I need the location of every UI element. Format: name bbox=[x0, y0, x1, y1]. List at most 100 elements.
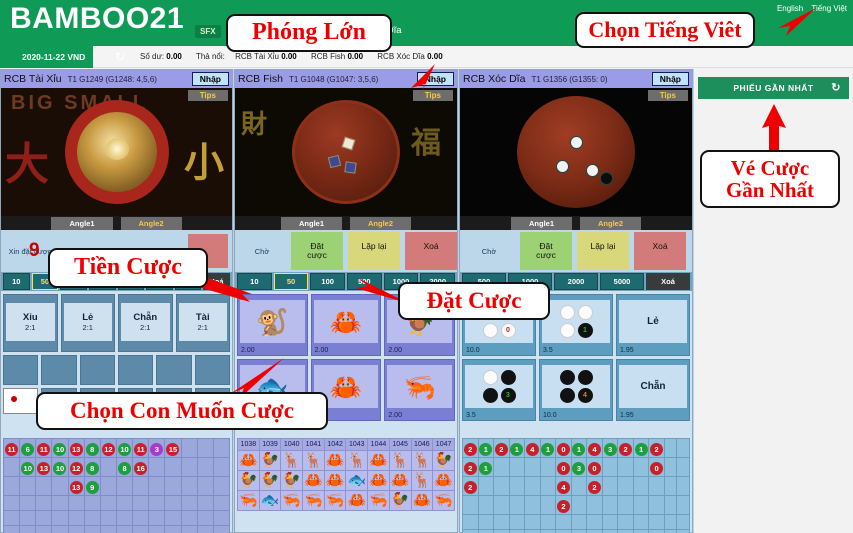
bet-cell-xiu[interactable]: Xỉu 2:1 bbox=[3, 294, 58, 352]
history-cell: 2 bbox=[462, 438, 479, 458]
history-animal-icon: 🦀 bbox=[412, 492, 432, 509]
history-ball: 11 bbox=[134, 443, 148, 456]
panel1-angle2-button[interactable]: Angle2 bbox=[120, 217, 182, 230]
history-ball: 6 bbox=[21, 443, 35, 456]
panel1-enter-button[interactable]: Nhập bbox=[191, 72, 229, 86]
panel3-tips-button[interactable]: Tips bbox=[647, 90, 688, 101]
crab-icon: 🦀 bbox=[329, 306, 363, 337]
history-animal-icon: 🦐 bbox=[325, 492, 345, 509]
history-cell bbox=[180, 438, 198, 458]
history-ball: 3 bbox=[603, 443, 617, 456]
bet-cell-le[interactable]: Lẻ 2:1 bbox=[60, 294, 115, 352]
history-cell: 2 bbox=[462, 457, 479, 477]
panel1-tips-button[interactable]: Tips bbox=[187, 90, 228, 101]
history-cell: 🦌 bbox=[410, 470, 434, 491]
bet-cell-extra-2[interactable] bbox=[41, 355, 77, 385]
bet-cell-num-1[interactable] bbox=[3, 388, 39, 414]
bet-cell-extra-5[interactable] bbox=[156, 355, 192, 385]
history-ball: 4 bbox=[556, 481, 570, 494]
history-cell bbox=[477, 529, 495, 533]
panel2-history-grid: 1038 1039 1040 1041 1042 1043 1044 1045 1046 1047… bbox=[237, 438, 455, 530]
history-cell: 10 bbox=[51, 457, 69, 477]
panel3-place-bet-button[interactable]: Đặt cược bbox=[520, 232, 572, 270]
sfx-button[interactable]: SFX bbox=[195, 25, 221, 38]
history-cell bbox=[493, 495, 510, 515]
history-cell bbox=[99, 495, 117, 511]
history-ball: 2 bbox=[463, 481, 477, 494]
bet-cell-extra-1[interactable] bbox=[3, 355, 39, 385]
history-ball: 1 bbox=[510, 443, 524, 456]
panel3-angle2-button[interactable]: Angle2 bbox=[580, 217, 642, 230]
history-cell bbox=[51, 476, 69, 496]
history-row: 🦀 🐓 🦌 🦌 🦀 🦌 🦀 🦌 🦌 🐓 bbox=[237, 450, 455, 471]
bet-cell-one-white[interactable]: 3 3.5 bbox=[462, 359, 536, 421]
history-cell bbox=[164, 457, 182, 477]
bet-chan-label-x: Chẵn bbox=[640, 381, 666, 392]
panel3-bet-row-2: 3 3.5 4 10.0 Chẵn 1.95 bbox=[462, 359, 690, 421]
recent-ticket-header[interactable]: PHIẾU GẦN NHẤT ↻ bbox=[698, 77, 849, 99]
history-cell bbox=[83, 525, 101, 533]
history-animal-icon: 🦐 bbox=[239, 492, 258, 509]
bet-cell-three-white[interactable]: 1 3.5 bbox=[539, 294, 613, 356]
history-cell: 🦌 bbox=[388, 450, 412, 471]
panel3-chip-clear[interactable]: Xoá bbox=[646, 273, 690, 290]
refresh-icon[interactable]: ↻ bbox=[115, 50, 125, 64]
history-game-id: 1046 bbox=[410, 438, 434, 451]
history-ball: 1 bbox=[479, 462, 493, 475]
panel3-chip-2000[interactable]: 2000 bbox=[554, 273, 598, 290]
history-row: 13 9 bbox=[2, 476, 231, 496]
panel3-enter-button[interactable]: Nhập bbox=[651, 72, 689, 86]
panel2-clear-button[interactable]: Xoá bbox=[405, 232, 457, 270]
panel3-video-feed[interactable]: Tips bbox=[460, 88, 692, 216]
panel2-repeat-button[interactable]: Lặp lại bbox=[348, 232, 400, 270]
panel3-title: RCB Xóc Dĩa bbox=[463, 73, 526, 85]
bet-cell-extra-3[interactable] bbox=[79, 355, 115, 385]
history-cell bbox=[663, 514, 678, 530]
panel3-repeat-button[interactable]: Lặp lại bbox=[577, 232, 629, 270]
panel3-clear-button[interactable]: Xoá bbox=[634, 232, 686, 270]
history-cell: 0 bbox=[648, 457, 665, 477]
history-ball: 1 bbox=[634, 443, 648, 456]
history-cell bbox=[648, 476, 665, 496]
panel1-chip-10[interactable]: 10 bbox=[3, 273, 30, 290]
history-cell bbox=[601, 529, 619, 533]
history-animal-icon: 🦌 bbox=[282, 452, 302, 469]
panel3-angle1-button[interactable]: Angle1 bbox=[510, 217, 572, 230]
history-cell bbox=[617, 495, 634, 515]
history-cell bbox=[586, 495, 603, 515]
panel2-angle1-button[interactable]: Angle1 bbox=[280, 217, 342, 230]
history-cell: 🦐 bbox=[323, 490, 347, 511]
history-ball: 2 bbox=[650, 443, 664, 456]
ticket-refresh-icon[interactable]: ↻ bbox=[831, 81, 841, 94]
bet-cell-extra-4[interactable] bbox=[117, 355, 154, 385]
panel2-plate bbox=[292, 100, 400, 204]
history-cell: 13 bbox=[67, 438, 85, 458]
history-cell: 🐓 bbox=[237, 470, 260, 491]
history-cell bbox=[601, 495, 619, 515]
panel1-video-feed[interactable]: BIG SMALL 大 小 Tips bbox=[1, 88, 232, 216]
panel2-place-bet-button[interactable]: Đặt cược bbox=[291, 232, 343, 270]
bet-cell-chan[interactable]: Chẵn 1.95 bbox=[616, 359, 690, 421]
history-animal-icon: 🦌 bbox=[304, 452, 323, 469]
panel2-chip-50[interactable]: 50 bbox=[273, 273, 309, 290]
bet-cell-le[interactable]: Lẻ 1.95 bbox=[616, 294, 690, 356]
history-cell bbox=[477, 495, 495, 515]
history-cell bbox=[51, 525, 69, 533]
history-cell: 0 bbox=[586, 457, 603, 477]
panel1-angle1-button[interactable]: Angle1 bbox=[51, 217, 113, 230]
history-game-id: 1038 bbox=[237, 438, 260, 451]
panel1-game-info: T1 G1249 (G1248: 4,5,6) bbox=[67, 74, 157, 84]
history-cell bbox=[99, 510, 117, 526]
history-ball: 2 bbox=[619, 443, 633, 456]
bet-cell-chan[interactable]: Chẵn 2:1 bbox=[118, 294, 173, 352]
bet-cell-four-black[interactable]: 4 10.0 bbox=[539, 359, 613, 421]
history-cell bbox=[164, 510, 182, 526]
history-row bbox=[462, 529, 690, 533]
history-animal-icon: 🐓 bbox=[239, 472, 258, 489]
panel2-chip-100[interactable]: 100 bbox=[310, 273, 346, 290]
history-cell bbox=[570, 495, 588, 515]
panel3-chip-5000[interactable]: 5000 bbox=[600, 273, 644, 290]
history-game-id: 1040 bbox=[280, 438, 304, 451]
panel2-angle2-button[interactable]: Angle2 bbox=[350, 217, 412, 230]
bet-cell-shrimp[interactable]: 🦐 2.00 bbox=[384, 359, 456, 421]
